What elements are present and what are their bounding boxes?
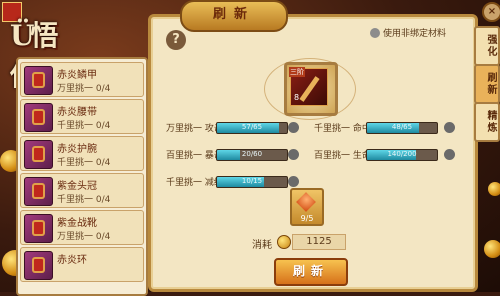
stat-bar: 10/15 (216, 176, 288, 188)
list-item[interactable]: 紫金头冠 千里挑一 0/4 (20, 173, 144, 208)
use-unbound-material-toggle[interactable]: 使用非绑定材料 (370, 26, 446, 39)
list-item[interactable]: 赤炎护腕 千里挑一 0/4 (20, 136, 144, 171)
item-name: 赤炎鳞甲 (57, 70, 97, 81)
gold-coin-decoration (488, 182, 500, 196)
stat-row: 万里挑一 攻击 57/65 (166, 121, 299, 135)
stat-value: 48/65 (391, 123, 413, 131)
stat-bar: 20/60 (216, 149, 288, 161)
equipped-item-slot[interactable]: 8 三阶 (284, 62, 338, 116)
stat-label: 千里挑一 减级 (166, 178, 223, 188)
lock-toggle-icon[interactable] (444, 122, 455, 133)
item-name: 紫金头冠 (57, 181, 97, 192)
stat-bar: 57/65 (216, 122, 288, 134)
stat-label: 万里挑一 攻击 (166, 124, 223, 134)
refresh-button[interactable]: 刷新 (274, 258, 348, 286)
item-progress: 千里挑一 0/4 (57, 121, 111, 131)
refresh-stone-slot[interactable]: 9/5 (290, 188, 324, 226)
stat-label: 百里挑一 暴击 (166, 151, 223, 161)
tier-badge: 三阶 (289, 67, 305, 77)
list-item[interactable]: 赤炎腰带 千里挑一 0/4 (20, 99, 144, 134)
item-progress: 千里挑一 0/4 (57, 158, 111, 168)
boots-icon (24, 214, 53, 243)
list-item[interactable]: 紫金战靴 万里挑一 0/4 (20, 210, 144, 245)
stat-label: 千里挑一 命中 (314, 124, 371, 134)
item-progress: 万里挑一 0/4 (57, 84, 111, 94)
lock-toggle-icon[interactable] (288, 149, 299, 160)
item-progress: 万里挑一 0/4 (57, 232, 111, 242)
stat-bar: 140/200 (366, 149, 438, 161)
item-name: 赤炎腰带 (57, 107, 97, 118)
lock-toggle-icon[interactable] (288, 122, 299, 133)
panel-title: 刷新 (180, 0, 288, 32)
cost-label: 消耗 (252, 240, 272, 251)
helmet-icon (24, 177, 53, 206)
stat-row: 百里挑一 生命 140/200 (314, 148, 460, 162)
help-button[interactable]: ? (166, 30, 186, 50)
tab-enhance[interactable]: 强化 (474, 26, 500, 66)
stat-label: 百里挑一 生命 (314, 151, 371, 161)
lock-toggle-icon[interactable] (444, 149, 455, 160)
gem-icon (296, 192, 316, 212)
radio-icon (370, 28, 380, 38)
stat-value: 20/60 (241, 150, 263, 158)
stat-bar: 48/65 (366, 122, 438, 134)
toggle-label: 使用非绑定材料 (383, 29, 447, 39)
stat-row: 百里挑一 暴击 20/60 (166, 148, 299, 162)
cost-amount: 1125 (292, 234, 346, 250)
bracer-icon (24, 140, 53, 169)
item-name: 赤炎环 (57, 255, 87, 266)
stat-value: 140/200 (387, 150, 417, 158)
list-item[interactable]: 赤炎环 (20, 247, 144, 282)
stat-value: 10/15 (241, 177, 263, 185)
item-progress: 千里挑一 0/4 (57, 195, 111, 205)
material-count: 9/5 (300, 214, 314, 223)
list-item[interactable]: 赤炎鳞甲 万里挑一 0/4 (20, 62, 144, 97)
item-level: 8 (294, 93, 300, 102)
coin-icon (277, 235, 291, 249)
lock-toggle-icon[interactable] (288, 176, 299, 187)
belt-icon (24, 103, 53, 132)
item-name: 紫金战靴 (57, 218, 97, 229)
tab-refresh[interactable]: 刷新 (474, 64, 500, 104)
close-button[interactable]: × (482, 2, 500, 22)
ring-icon (24, 251, 53, 280)
tab-refine[interactable]: 精炼 (474, 102, 500, 142)
stat-row: 千里挑一 减级 10/15 (166, 175, 299, 189)
item-name: 赤炎护腕 (57, 144, 97, 155)
armor-icon (24, 66, 53, 95)
stat-value: 57/65 (241, 123, 263, 131)
gold-coin-decoration (484, 240, 500, 258)
equipment-list[interactable]: 赤炎鳞甲 万里挑一 0/4 赤炎腰带 千里挑一 0/4 赤炎护腕 千里挑一 0/… (16, 57, 148, 296)
stat-row: 千里挑一 命中 48/65 (314, 121, 460, 135)
